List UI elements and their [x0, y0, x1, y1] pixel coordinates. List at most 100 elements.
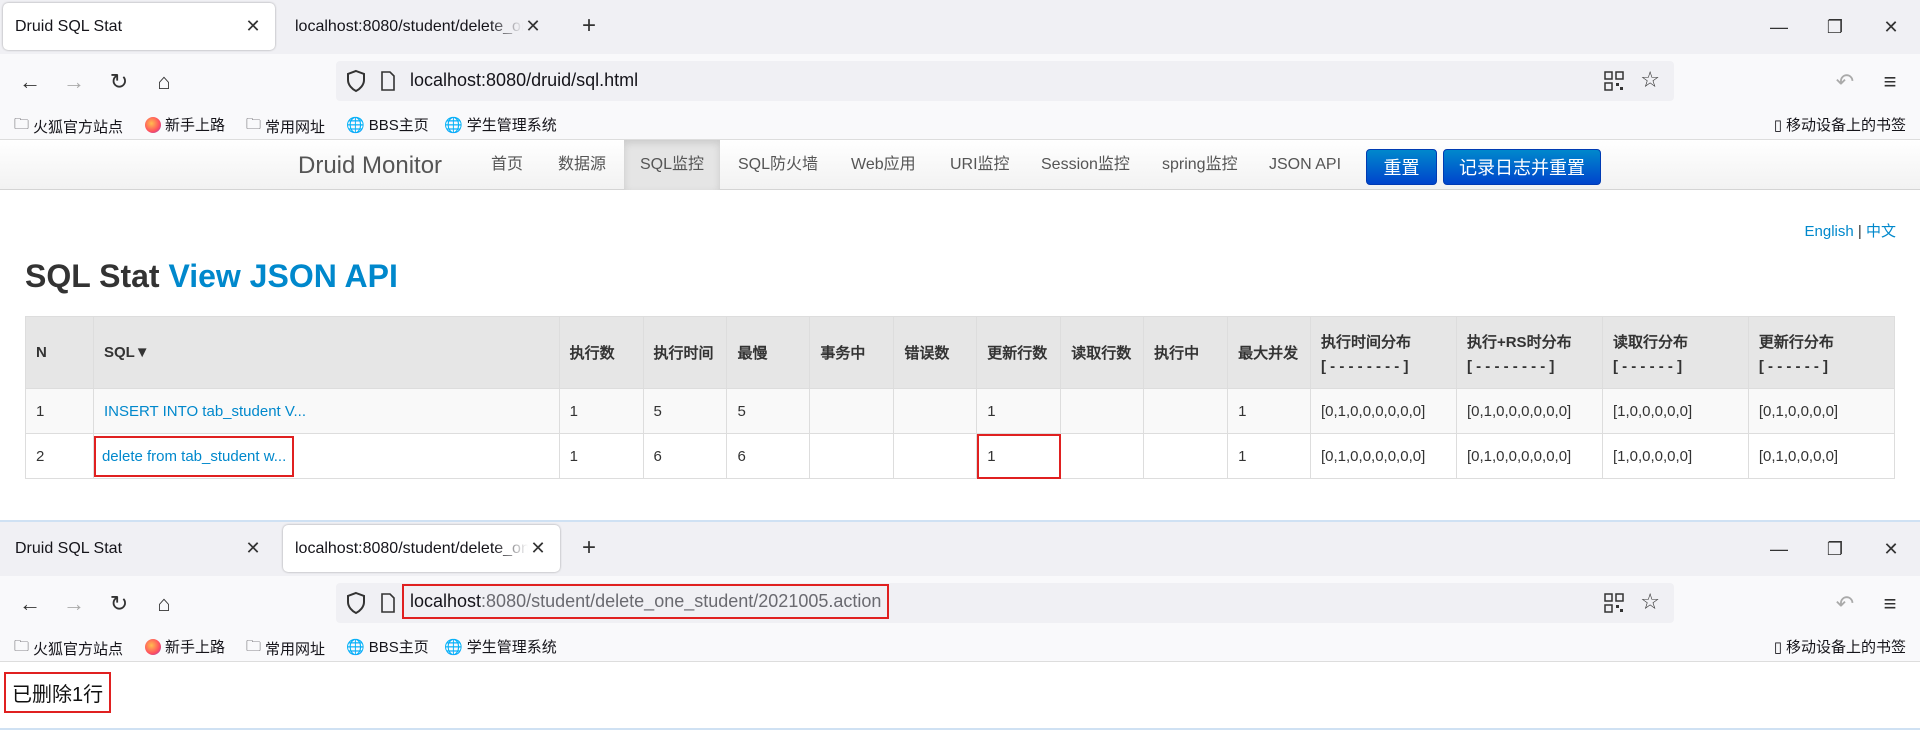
globe-icon: 🌐 [444, 116, 463, 134]
mobile-bookmarks[interactable]: ▯ 移动设备上的书签 [1774, 636, 1906, 657]
mobile-bookmarks[interactable]: ▯ 移动设备上的书签 [1774, 114, 1906, 135]
window-close-icon[interactable]: ✕ [1871, 534, 1911, 564]
cell: 5 [726, 388, 811, 434]
undo-icon[interactable]: ↶ [1829, 66, 1861, 98]
tab-druid-sql-stat[interactable]: Druid SQL Stat ✕ [3, 525, 275, 572]
bookmark-firefox-site[interactable]: 🗀 火狐官方站点 [14, 114, 123, 139]
druid-brand[interactable]: Druid Monitor [298, 152, 442, 180]
col-exec-rs-hist[interactable]: 执行+RS时分布 [ - - - - - - - - ] [1455, 316, 1603, 389]
menu-sql-monitor[interactable]: SQL监控 [624, 140, 721, 190]
bookmark-label: BBS主页 [368, 117, 429, 134]
close-icon[interactable]: ✕ [243, 16, 263, 37]
globe-icon: 🌐 [444, 638, 463, 656]
menu-datasource[interactable]: 数据源 [542, 140, 622, 190]
col-update-rows[interactable]: 更新行数 [976, 316, 1062, 389]
forward-icon[interactable]: → [58, 66, 90, 98]
col-sub-label: [ - - - - - - - - ] [1466, 357, 1555, 375]
restore-icon[interactable]: ❐ [1815, 12, 1855, 42]
url-bar[interactable]: localhost:8080/student/delete_one_studen… [336, 583, 1674, 623]
col-in-txn[interactable]: 事务中 [809, 316, 895, 389]
bookmark-common-sites[interactable]: 🗀 常用网址 [246, 114, 325, 139]
cell: 1 [558, 433, 644, 479]
qr-code-icon[interactable] [1604, 593, 1624, 613]
col-n[interactable]: N [25, 316, 94, 389]
bookmark-label: 常用网址 [265, 119, 326, 136]
lang-chinese-link[interactable]: 中文 [1866, 223, 1896, 240]
forward-icon[interactable]: → [58, 588, 90, 620]
folder-icon: 🗀 [246, 116, 262, 133]
tab-delete-student[interactable]: localhost:8080/student/delete_one_studen… [283, 3, 555, 50]
col-fetch-hist[interactable]: 读取行分布 [ - - - - - - ] [1601, 316, 1749, 389]
globe-icon: 🌐 [346, 638, 365, 656]
col-exec-time[interactable]: 执行时间 [642, 316, 728, 389]
cell: 1 [1227, 388, 1311, 434]
menu-icon[interactable]: ≡ [1874, 588, 1906, 620]
undo-icon[interactable]: ↶ [1829, 588, 1861, 620]
bookmark-getting-started[interactable]: 新手上路 [145, 636, 225, 657]
tab-druid-sql-stat[interactable]: Druid SQL Stat ✕ [3, 3, 275, 50]
reset-button[interactable]: 重置 [1366, 149, 1437, 185]
menu-uri-monitor[interactable]: URI监控 [934, 140, 1026, 190]
cell: [0,1,0,0,0,0] [1747, 433, 1896, 479]
back-icon[interactable]: ← [14, 66, 46, 98]
col-max-time[interactable]: 最慢 [726, 316, 811, 389]
tab-delete-student[interactable]: localhost:8080/student/delete_one_studen… [283, 525, 560, 572]
cell: [0,1,0,0,0,0,0,0] [1310, 388, 1457, 434]
close-icon[interactable]: ✕ [243, 538, 263, 559]
bookmark-star-icon[interactable]: ☆ [1640, 67, 1660, 93]
url-bar[interactable]: localhost:8080/druid/sql.html ☆ [336, 61, 1674, 101]
log-and-reset-button[interactable]: 记录日志并重置 [1443, 149, 1601, 185]
url-text-highlighted: localhost:8080/student/delete_one_studen… [402, 584, 890, 619]
bookmark-common-sites[interactable]: 🗀 常用网址 [246, 636, 325, 661]
close-icon[interactable]: ✕ [528, 538, 548, 559]
new-tab-plus-icon[interactable]: + [574, 534, 604, 564]
back-icon[interactable]: ← [14, 588, 46, 620]
sql-link[interactable]: INSERT INTO tab_student V... [104, 403, 306, 420]
menu-sql-firewall[interactable]: SQL防火墙 [722, 140, 834, 190]
folder-icon: 🗀 [14, 638, 30, 655]
bookmark-student-system[interactable]: 🌐 学生管理系统 [444, 114, 557, 135]
cell: 6 [642, 433, 728, 479]
col-exec-count[interactable]: 执行数 [558, 316, 644, 389]
reload-icon[interactable]: ↻ [103, 588, 135, 620]
bookmark-star-icon[interactable]: ☆ [1640, 589, 1660, 615]
bookmark-bbs[interactable]: 🌐 BBS主页 [346, 636, 429, 657]
cell [809, 388, 895, 434]
col-error-count[interactable]: 错误数 [893, 316, 978, 389]
menu-json-api[interactable]: JSON API [1253, 140, 1357, 190]
col-running[interactable]: 执行中 [1143, 316, 1229, 389]
col-update-hist[interactable]: 更新行分布 [ - - - - - - ] [1747, 316, 1896, 389]
bookmark-label: 移动设备上的书签 [1785, 639, 1906, 656]
col-concurrent-max[interactable]: 最大并发 [1227, 316, 1311, 389]
minimize-icon[interactable]: — [1759, 12, 1799, 42]
col-exec-hist[interactable]: 执行时间分布 [ - - - - - - - - ] [1310, 316, 1457, 389]
minimize-icon[interactable]: — [1759, 534, 1799, 564]
qr-code-icon[interactable] [1604, 71, 1624, 91]
home-icon[interactable]: ⌂ [148, 66, 180, 98]
bookmark-getting-started[interactable]: 新手上路 [145, 114, 225, 135]
menu-web-app[interactable]: Web应用 [835, 140, 932, 190]
menu-icon[interactable]: ≡ [1874, 66, 1906, 98]
cell: delete from tab_student w... [92, 433, 560, 479]
table-row: 1 INSERT INTO tab_student V... 1 5 5 1 1… [25, 388, 1896, 434]
home-icon[interactable]: ⌂ [148, 588, 180, 620]
bookmark-student-system[interactable]: 🌐 学生管理系统 [444, 636, 557, 657]
sql-link-highlighted[interactable]: delete from tab_student w... [93, 435, 295, 477]
bookmark-firefox-site[interactable]: 🗀 火狐官方站点 [14, 636, 123, 661]
restore-icon[interactable]: ❐ [1815, 534, 1855, 564]
new-tab-plus-icon[interactable]: + [574, 12, 604, 42]
reload-icon[interactable]: ↻ [103, 66, 135, 98]
window-close-icon[interactable]: ✕ [1871, 12, 1911, 42]
col-fetch-rows[interactable]: 读取行数 [1060, 316, 1145, 389]
table-header-row: N SQL▼ 执行数 执行时间 最慢 事务中 错误数 更新行数 读取行数 执行中… [25, 316, 1896, 389]
menu-home[interactable]: 首页 [475, 140, 539, 190]
menu-spring-monitor[interactable]: spring监控 [1146, 140, 1254, 190]
col-sql[interactable]: SQL▼ [92, 316, 560, 389]
delete-result-text: 已删除1行 [4, 672, 112, 713]
close-icon[interactable]: ✕ [523, 16, 543, 37]
view-json-api-link[interactable]: View JSON API [168, 258, 397, 294]
menu-session-monitor[interactable]: Session监控 [1025, 140, 1146, 190]
bookmark-bbs[interactable]: 🌐 BBS主页 [346, 114, 429, 135]
lang-english-link[interactable]: English [1805, 223, 1854, 240]
bookmarks-bar: 🗀 火狐官方站点 新手上路 🗀 常用网址 🌐 BBS主页 🌐 学生管理系统 ▯ 移动设备上… [0, 108, 1920, 140]
